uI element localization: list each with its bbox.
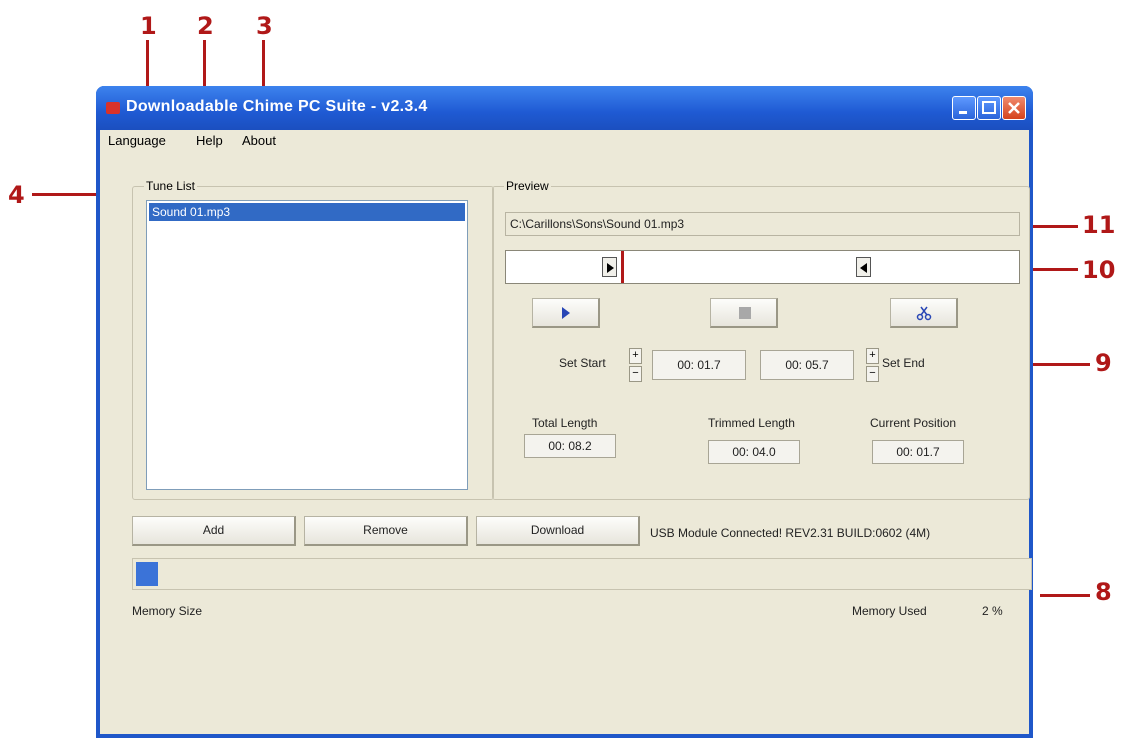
memory-size-label: Memory Size bbox=[132, 604, 203, 618]
memory-used-percent: 2 % bbox=[982, 604, 1003, 618]
callout-9: 9 bbox=[1095, 349, 1112, 377]
client-area: Language Help About Tune List Sound 01.m… bbox=[100, 130, 1032, 734]
menu-help[interactable]: Help bbox=[196, 133, 223, 148]
callout-10: 10 bbox=[1082, 256, 1116, 284]
tune-list[interactable]: Sound 01.mp3 bbox=[146, 200, 468, 490]
set-start-spinner[interactable]: + − bbox=[629, 348, 642, 382]
menu-about[interactable]: About bbox=[242, 133, 276, 148]
app-icon bbox=[106, 102, 120, 114]
close-icon bbox=[1008, 102, 1020, 114]
add-button[interactable]: Add bbox=[132, 516, 296, 546]
download-button[interactable]: Download bbox=[476, 516, 640, 546]
menu-language[interactable]: Language bbox=[108, 133, 166, 148]
window-title: Downloadable Chime PC Suite - v2.3.4 bbox=[126, 98, 428, 115]
minimize-icon bbox=[959, 111, 967, 114]
set-end-label: Set End bbox=[882, 356, 925, 370]
maximize-icon bbox=[982, 101, 996, 114]
end-increment-button[interactable]: + bbox=[866, 348, 879, 364]
preview-label: Preview bbox=[504, 179, 551, 193]
trimmed-length-label: Trimmed Length bbox=[708, 416, 795, 430]
current-position-field: 00: 01.7 bbox=[872, 440, 964, 464]
callout-11: 11 bbox=[1082, 211, 1116, 239]
end-time-field[interactable]: 00: 05.7 bbox=[760, 350, 854, 380]
list-item[interactable]: Sound 01.mp3 bbox=[149, 203, 465, 221]
trim-start-marker[interactable] bbox=[602, 257, 617, 277]
remove-button[interactable]: Remove bbox=[304, 516, 468, 546]
callout-8: 8 bbox=[1095, 578, 1112, 606]
callout-3: 3 bbox=[256, 12, 273, 40]
stop-button[interactable] bbox=[710, 298, 778, 328]
playhead-marker[interactable] bbox=[621, 251, 624, 283]
end-decrement-button[interactable]: − bbox=[866, 366, 879, 382]
play-button[interactable] bbox=[532, 298, 600, 328]
title-bar[interactable]: Downloadable Chime PC Suite - v2.3.4 bbox=[96, 86, 1033, 130]
memory-progress-fill bbox=[136, 562, 158, 586]
app-window: Downloadable Chime PC Suite - v2.3.4 Lan… bbox=[96, 86, 1033, 738]
close-button[interactable] bbox=[1002, 96, 1026, 120]
set-end-spinner[interactable]: + − bbox=[866, 348, 879, 382]
total-length-field: 00: 08.2 bbox=[524, 434, 616, 458]
trimmed-length-field: 00: 04.0 bbox=[708, 440, 800, 464]
stop-icon bbox=[739, 307, 751, 319]
file-path-field: C:\Carillons\Sons\Sound 01.mp3 bbox=[505, 212, 1020, 236]
trim-end-marker[interactable] bbox=[856, 257, 871, 277]
cut-button[interactable] bbox=[890, 298, 958, 328]
left-arrow-icon bbox=[860, 263, 867, 273]
play-icon bbox=[562, 307, 570, 319]
start-decrement-button[interactable]: − bbox=[629, 366, 642, 382]
start-time-field[interactable]: 00: 01.7 bbox=[652, 350, 746, 380]
maximize-button[interactable] bbox=[977, 96, 1001, 120]
menu-bar: Language Help About bbox=[100, 130, 1029, 152]
usb-status-text: USB Module Connected! REV2.31 BUILD:0602… bbox=[650, 526, 931, 540]
callout-4: 4 bbox=[8, 181, 25, 209]
set-start-label: Set Start bbox=[559, 356, 606, 370]
memory-used-label: Memory Used bbox=[852, 604, 927, 618]
memory-progress-bar bbox=[132, 558, 1032, 590]
callout-1: 1 bbox=[140, 12, 157, 40]
start-increment-button[interactable]: + bbox=[629, 348, 642, 364]
tune-list-label: Tune List bbox=[144, 179, 197, 193]
current-position-label: Current Position bbox=[870, 416, 957, 430]
callout-2: 2 bbox=[197, 12, 214, 40]
trim-track[interactable] bbox=[505, 250, 1020, 284]
minimize-button[interactable] bbox=[952, 96, 976, 120]
right-arrow-icon bbox=[607, 263, 614, 273]
total-length-label: Total Length bbox=[532, 416, 598, 430]
scissors-icon bbox=[916, 306, 932, 321]
callout-8-line bbox=[1040, 594, 1090, 597]
